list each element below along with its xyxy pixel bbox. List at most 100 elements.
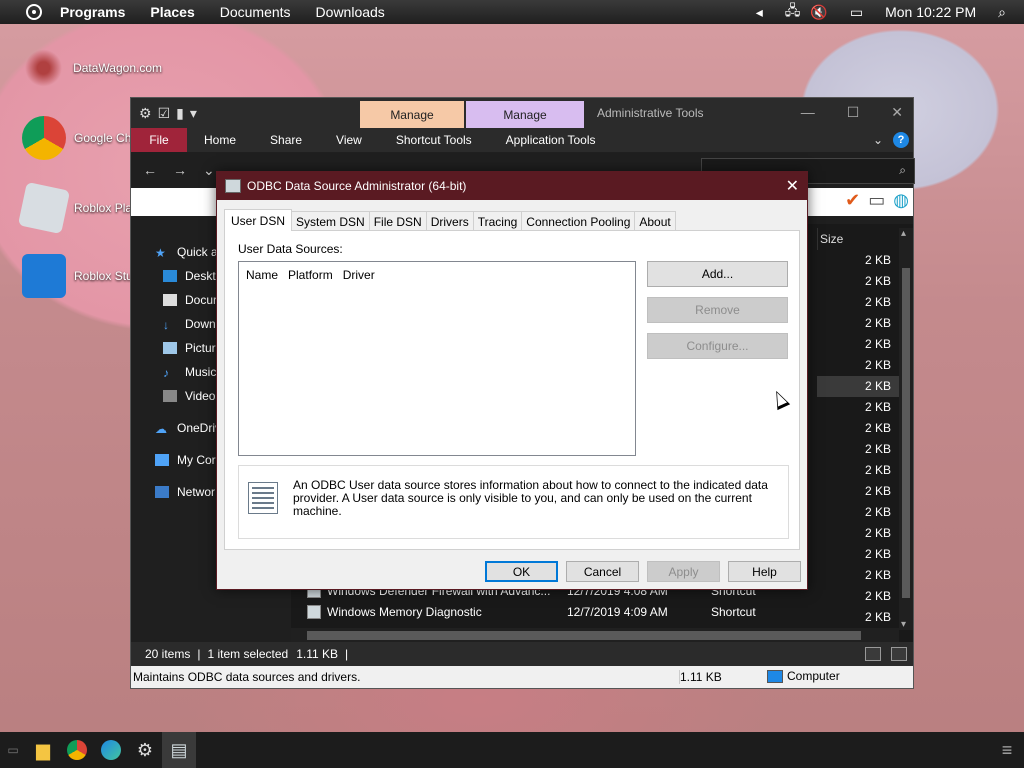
new-folder-icon[interactable]: ▮ xyxy=(176,105,184,122)
ok-button[interactable]: OK xyxy=(485,561,558,582)
nav-network[interactable]: Networ xyxy=(155,485,215,499)
apply-button[interactable]: Apply xyxy=(647,561,720,582)
data-source-info-icon xyxy=(248,482,278,514)
ribbon-expand-icon[interactable]: ⌄ xyxy=(873,133,883,147)
minimize-icon[interactable]: — xyxy=(801,104,815,121)
size-cell: 2 KB xyxy=(864,463,891,477)
nav-label: Docur xyxy=(185,293,218,307)
close-icon[interactable]: ✕ xyxy=(786,176,799,196)
network-icon[interactable]: 🖧 xyxy=(785,0,801,24)
nav-my-computer[interactable]: My Cor xyxy=(155,453,216,467)
status-bar: 20 items | 1 item selected 1.11 KB | xyxy=(131,642,913,666)
triangle-left-icon[interactable]: ◂ xyxy=(756,4,763,21)
tab-manage-shortcut[interactable]: Manage xyxy=(360,101,464,128)
help-icon[interactable]: ? xyxy=(893,132,909,148)
nav-desktop[interactable]: Deskto xyxy=(163,269,222,283)
scroll-down-icon[interactable]: ▾ xyxy=(901,619,906,630)
large-icons-view-icon[interactable] xyxy=(891,647,907,661)
maximize-icon[interactable]: ☐ xyxy=(847,104,860,121)
size-cell: 2 KB xyxy=(864,421,891,435)
file-row[interactable]: Windows Memory Diagnostic 12/7/2019 4:09… xyxy=(307,601,756,622)
nav-documents[interactable]: Docur xyxy=(163,293,217,307)
tab-connection-pooling[interactable]: Connection Pooling xyxy=(521,211,636,231)
horizontal-scrollbar[interactable] xyxy=(291,628,899,642)
tab-tracing[interactable]: Tracing xyxy=(472,211,523,231)
details-view-icon[interactable] xyxy=(865,647,881,661)
hamburger-menu-icon[interactable]: ≡ xyxy=(990,732,1024,768)
card-icon[interactable]: ▭ xyxy=(868,190,885,211)
add-button[interactable]: Add... xyxy=(647,261,788,287)
nav-videos[interactable]: Videos xyxy=(163,389,221,403)
desktop-icon-label: DataWagon.com xyxy=(73,61,162,75)
scrollbar-thumb[interactable] xyxy=(307,631,861,640)
vertical-scrollbar[interactable]: ▴ ▾ xyxy=(899,228,913,630)
cancel-button[interactable]: Cancel xyxy=(566,561,639,582)
separator: | xyxy=(345,647,349,661)
tab-application-tools[interactable]: Application Tools xyxy=(489,133,613,147)
menu-circle-icon[interactable] xyxy=(26,4,42,20)
odbc-taskbar-icon[interactable]: ▤ xyxy=(162,732,196,768)
chrome-icon[interactable] xyxy=(60,732,94,768)
nav-pictures[interactable]: Pictur xyxy=(163,341,216,355)
globe-icon[interactable]: ◍ xyxy=(893,190,909,211)
file-explorer-icon[interactable]: ▆ xyxy=(26,732,60,768)
volume-muted-icon[interactable]: 🔇 xyxy=(810,4,827,21)
nav-downloads[interactable]: ↓ Down xyxy=(163,317,216,331)
help-button[interactable]: Help xyxy=(728,561,801,582)
nav-label: OneDriv xyxy=(177,421,222,435)
search-icon[interactable]: ⌕ xyxy=(998,4,1006,21)
tab-about[interactable]: About xyxy=(634,211,676,231)
menu-documents[interactable]: Documents xyxy=(220,4,291,20)
check-icon[interactable]: ✔ xyxy=(845,190,860,211)
menu-downloads[interactable]: Downloads xyxy=(316,4,385,20)
nav-onedrive[interactable]: ☁ OneDriv xyxy=(155,421,221,435)
scroll-up-icon[interactable]: ▴ xyxy=(901,228,906,239)
pictures-icon xyxy=(163,342,177,354)
configure-button[interactable]: Configure... xyxy=(647,333,788,359)
settings-gear-icon[interactable]: ⚙ xyxy=(128,732,162,768)
item-count: 20 items xyxy=(145,647,191,661)
tab-share[interactable]: Share xyxy=(253,133,319,147)
tab-drivers[interactable]: Drivers xyxy=(425,211,474,231)
size-cell: 2 KB xyxy=(864,547,891,561)
customize-dropdown-icon[interactable]: ▾ xyxy=(190,105,197,122)
close-icon[interactable]: ✕ xyxy=(891,104,903,121)
computer-icon xyxy=(767,669,783,683)
edge-icon[interactable] xyxy=(94,732,128,768)
tab-shortcut-tools[interactable]: Shortcut Tools xyxy=(379,133,489,147)
file-name: Windows Memory Diagnostic xyxy=(327,604,482,619)
size-column: 2 KB 2 KB 2 KB 2 KB 2 KB 2 KB 2 KB 2 KB 2 KB 2 KB… xyxy=(817,250,899,628)
nav-quick-access[interactable]: ★ Quick a xyxy=(155,245,218,259)
scrollbar-thumb[interactable] xyxy=(902,268,910,598)
tab-file[interactable]: File xyxy=(131,128,187,152)
music-note-icon: ♪ xyxy=(163,366,169,379)
tab-view[interactable]: View xyxy=(319,133,379,147)
remove-button[interactable]: Remove xyxy=(647,297,788,323)
nav-music[interactable]: ♪ Music xyxy=(163,365,216,379)
tab-user-dsn[interactable]: User DSN xyxy=(224,209,293,231)
column-header-platform[interactable]: Platform xyxy=(288,268,333,282)
user-dsn-panel: User Data Sources: Name Platform Driver … xyxy=(224,230,800,550)
menu-places[interactable]: Places xyxy=(150,4,194,20)
computer-icon xyxy=(155,454,169,466)
desktop-icon-datawagon[interactable]: DataWagon.com xyxy=(22,44,162,92)
checkmark-icon[interactable]: ☑ xyxy=(158,105,171,122)
tab-file-dsn[interactable]: File DSN xyxy=(368,211,427,231)
roblox-player-icon xyxy=(17,181,71,235)
window-title: Administrative Tools xyxy=(597,106,704,120)
column-header-name[interactable]: Name xyxy=(246,268,278,282)
tab-manage-application[interactable]: Manage xyxy=(466,101,584,128)
menu-programs[interactable]: Programs xyxy=(60,4,125,20)
tab-home[interactable]: Home xyxy=(187,133,253,147)
show-desktop-icon[interactable]: ▭ xyxy=(0,732,26,768)
notification-icon[interactable]: ▭ xyxy=(850,4,863,21)
tab-system-dsn[interactable]: System DSN xyxy=(291,211,370,231)
clock[interactable]: Mon 10:22 PM xyxy=(885,4,976,20)
size-cell: 2 KB xyxy=(864,253,891,267)
column-header-size[interactable]: Size xyxy=(817,228,899,250)
search-icon: ⌕ xyxy=(899,163,906,177)
user-data-sources-list[interactable]: Name Platform Driver xyxy=(238,261,636,456)
column-header-driver[interactable]: Driver xyxy=(343,268,375,282)
file-type: Shortcut xyxy=(711,604,756,619)
properties-icon[interactable]: ⚙ xyxy=(139,105,152,122)
